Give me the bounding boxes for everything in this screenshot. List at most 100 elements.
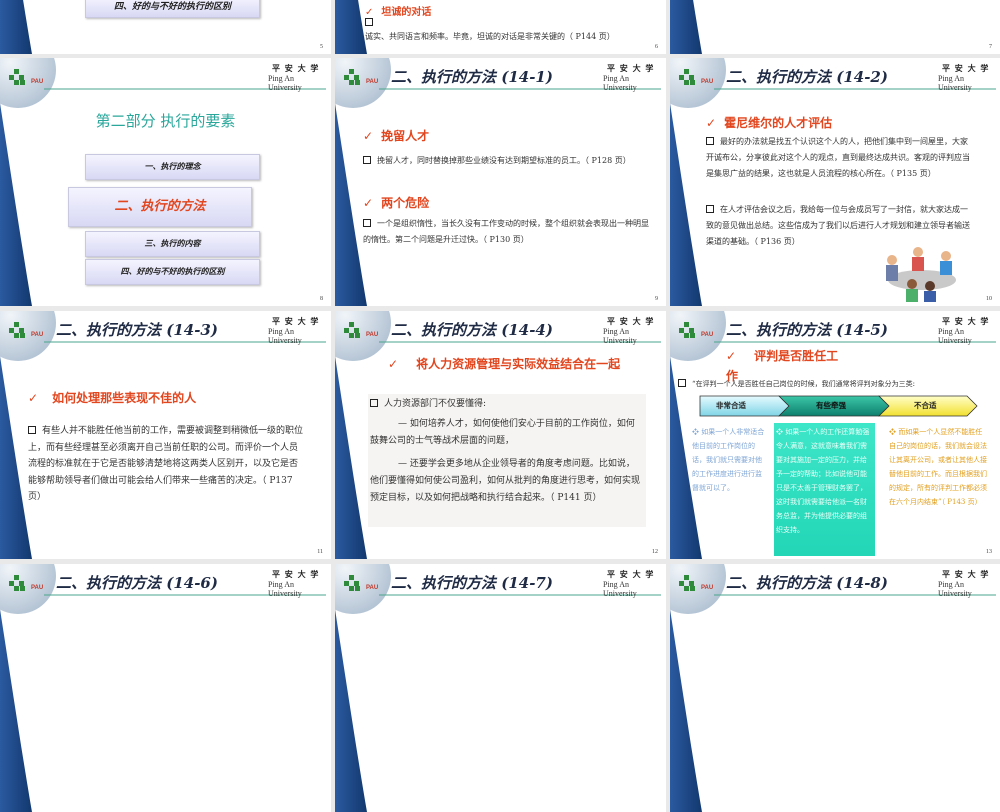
slide-thumbnail-7[interactable]: 7	[670, 0, 1000, 54]
section-title: 第二部分 执行的要素	[95, 112, 236, 130]
blue-sidebar-band	[335, 0, 367, 54]
slide-thumbnail-11[interactable]: 二、执行的方法 (14-3) ✓ 如何处理那些表现不佳的人 有些人并不能胜任他当前…	[0, 311, 331, 559]
university-name-en-1: Ping An	[268, 580, 295, 589]
diamond-bullet-icon: ❖	[776, 428, 786, 436]
university-name-en-1: Ping An	[268, 327, 295, 336]
slide-thumbnail-5[interactable]: 四、好的与不好的执行的区别 5	[0, 0, 331, 54]
university-name-cn: 平 安 大 学	[272, 63, 320, 73]
check-icon: ✓	[363, 196, 374, 210]
bullet-icon	[365, 18, 373, 26]
bullet-icon	[363, 219, 371, 227]
university-name-cn: 平 安 大 学	[942, 569, 990, 579]
slide-title: 二、执行的方法 (14-8)	[726, 574, 888, 592]
university-name-cn: 平 安 大 学	[607, 569, 655, 579]
slide-heading: 如何处理那些表现不佳的人	[52, 391, 197, 405]
slide-text-2: 在人才评估会议之后，我给每一位与会成员写了一封信，就大家达成一致的意见做出总结。…	[706, 205, 970, 246]
logo-text: PAU	[31, 79, 44, 85]
column-unfit: ❖ 而如果一个人显然不能胜任自己的岗位的话，我们就会设法让其离开公司，或者让其他…	[889, 425, 987, 509]
slide-text-1: 挽留人才，同时替换掉那些业绩没有达到期望标准的员工。（ P128 页）	[377, 156, 631, 165]
globe-icon	[0, 311, 56, 361]
slide-thumbnail-14[interactable]: 二、执行的方法 (14-6) PAU 平 安 大 学 Ping An Unive…	[0, 564, 331, 812]
slide-title: 二、执行的方法 (14-2)	[726, 68, 888, 86]
globe-icon	[0, 564, 56, 614]
slide-text: 诚实、共同语言和频率。毕竟，坦诚的对话是非常关键的（ P144 页）	[365, 32, 615, 41]
globe-icon	[0, 58, 56, 108]
slide-text-2: 一个是组织惰性，当长久没有工作变动的时候，整个组织就会表现出一种明显的惰性。第二…	[363, 219, 649, 244]
blue-sidebar-band	[670, 103, 702, 306]
logo-text: PAU	[701, 585, 714, 591]
slide-thumbnail-10[interactable]: 二、执行的方法 (14-2) ✓ 霍尼维尔的人才评估 最好的办法就是找五个认识这个…	[670, 58, 1000, 306]
university-name-en-2: University	[268, 83, 302, 92]
university-name-en-2: University	[938, 336, 972, 345]
slide-background-decoration	[335, 58, 661, 306]
slide-number: 8	[320, 296, 323, 302]
globe-icon	[670, 564, 726, 614]
logo-text: PAU	[701, 332, 714, 338]
menu-box-item-2-active: 二、执行的方法	[68, 187, 252, 227]
slide-heading: 霍尼维尔的人才评估	[724, 116, 833, 130]
slide-number: 9	[655, 296, 658, 302]
slide-number: 13	[986, 549, 992, 555]
slide-thumbnail-12[interactable]: 二、执行的方法 (14-4) ✓ 将人力资源管理与实际效益结合在一起 人力资源部门…	[335, 311, 666, 559]
globe-icon	[670, 58, 726, 108]
slide-number: 10	[986, 296, 992, 302]
meeting-clipart-icon	[886, 247, 956, 302]
university-name-en-2: University	[603, 83, 637, 92]
university-name-en-2: University	[268, 589, 302, 598]
slide-text: 有些人并不能胜任他当前的工作，需要被调整到稍微低一级的职位上，而有些经理甚至必须…	[28, 426, 304, 502]
slide-thumbnail-9[interactable]: 二、执行的方法 (14-1) ✓ 挽留人才 挽留人才，同时替换掉那些业绩没有达到期…	[335, 58, 666, 306]
slide-thumbnail-16[interactable]: 二、执行的方法 (14-8) PAU 平 安 大 学 Ping An Unive…	[670, 564, 1000, 812]
check-icon: ✓	[388, 357, 399, 371]
slide-number: 5	[320, 44, 323, 50]
logo-text: PAU	[31, 585, 44, 591]
slide-thumbnail-8[interactable]: 第二部分 执行的要素 一、执行的理念 二、执行的方法 三、执行的内容 四、好的与…	[0, 58, 331, 306]
bullet-icon	[678, 379, 686, 387]
column-strained-text: 如果一个人的工作还算勉强令人满意，这就意味着我们需要对其施加一定的压力，并给予一…	[776, 428, 870, 534]
logo-text: PAU	[366, 332, 379, 338]
blue-sidebar-band	[0, 0, 32, 54]
globe-icon	[335, 58, 391, 108]
university-name-en-1: Ping An	[938, 327, 965, 336]
university-name-en-2: University	[938, 589, 972, 598]
university-name-cn: 平 安 大 学	[942, 63, 990, 73]
slide-background-decoration	[335, 564, 661, 812]
slide-number: 11	[317, 549, 323, 555]
check-icon: ✓	[363, 129, 374, 143]
column-unfit-text: 而如果一个人显然不能胜任自己的岗位的话，我们就会设法让其离开公司，或者让其他人接…	[889, 428, 987, 506]
slide-thumbnail-15[interactable]: 二、执行的方法 (14-7) PAU 平 安 大 学 Ping An Unive…	[335, 564, 666, 812]
slide-heading-1: 挽留人才	[381, 129, 430, 143]
bullet-icon	[370, 399, 378, 407]
slide-title: 二、执行的方法 (14-3)	[56, 321, 218, 339]
bullet-icon	[706, 205, 714, 213]
university-name-cn: 平 安 大 学	[607, 63, 655, 73]
slide-heading-2: 两个危险	[381, 196, 430, 210]
menu-box-item-4: 四、好的与不好的执行的区别	[85, 259, 260, 285]
blue-sidebar-band	[670, 0, 702, 54]
column-strained: ❖ 如果一个人的工作还算勉强令人满意，这就意味着我们需要对其施加一定的压力，并给…	[776, 425, 873, 537]
blue-sidebar-band	[335, 609, 367, 812]
slide-thumbnail-13[interactable]: 二、执行的方法 (14-5) ✓ 评判是否胜任工作 “在评判一个人是否胜任自己岗位…	[670, 311, 1000, 559]
university-name-en-2: University	[603, 589, 637, 598]
slide-thumbnail-6[interactable]: ✓ 坦诚的对话 诚实、共同语言和频率。毕竟，坦诚的对话是非常关键的（ P144 页…	[335, 0, 666, 54]
university-name-cn: 平 安 大 学	[272, 569, 320, 579]
slide-background-decoration	[670, 0, 702, 54]
slide-number: 6	[655, 44, 658, 50]
stage-label-3: 不合适	[914, 401, 937, 410]
slide-background-decoration	[0, 564, 326, 812]
slide-title: 二、执行的方法 (14-1)	[391, 68, 553, 86]
menu-box-item-4: 四、好的与不好的执行的区别	[85, 0, 260, 18]
bullet-icon	[28, 426, 36, 434]
blue-sidebar-band	[0, 609, 32, 812]
stage-label-2: 有些牵强	[816, 401, 846, 410]
blue-sidebar-band	[0, 103, 32, 306]
menu-box-item-3: 三、执行的内容	[85, 231, 260, 257]
diamond-bullet-icon: ❖	[692, 428, 702, 436]
stage-label-1: 非常合适	[716, 401, 746, 410]
university-name-cn: 平 安 大 学	[942, 316, 990, 326]
logo-text: PAU	[366, 79, 379, 85]
logo-text: PAU	[31, 332, 44, 338]
university-name-en-2: University	[603, 336, 637, 345]
paragraph-2: — 还要学会更多地从企业领导者的角度考虑问题。比如说，他们要懂得如何使公司盈利，…	[370, 459, 641, 503]
slide-title: 二、执行的方法 (14-5)	[726, 321, 888, 339]
intro-text: 人力资源部门不仅要懂得:	[384, 399, 487, 409]
